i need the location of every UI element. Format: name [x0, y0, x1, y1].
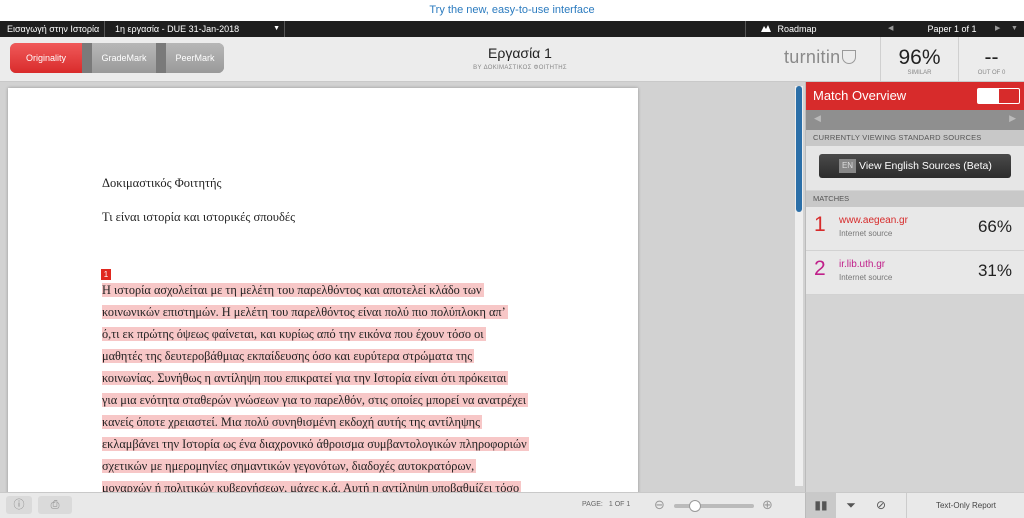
tab-peermark[interactable]: PeerMark — [156, 43, 224, 73]
prev-paper-icon[interactable]: ◀ — [888, 21, 893, 37]
match-overview-title: Match Overview — [813, 88, 907, 103]
viewer-toolbar: ⓘ ⎙ PAGE: 1 OF 1 ⊖ ⊕ — [0, 492, 805, 518]
match-number: 2 — [814, 257, 826, 280]
view-english-sources-button[interactable]: EN View English Sources (Beta) — [819, 154, 1011, 178]
prev-match-icon[interactable]: ◀ — [814, 113, 821, 124]
exclude-button[interactable]: ⊘ — [866, 493, 896, 518]
paper-pager: ◀ Paper 1 of 1 ▶ ▼ — [880, 21, 1024, 37]
view-toggle[interactable] — [977, 88, 1020, 104]
assignment-label: 1η εργασία - DUE 31-Jan-2018 — [115, 24, 240, 34]
match-overview-button[interactable]: ▮▮ — [806, 493, 836, 518]
paper-author: BY ΔΟΚΙΜΑΣΤΙΚΟΣ ΦΟΙΤΗΤΗΣ — [473, 65, 567, 71]
grade-value: -- — [984, 46, 999, 69]
mode-switcher: Originality GradeMark PeerMark — [10, 43, 224, 73]
view-sources-area: EN View English Sources (Beta) — [806, 146, 1024, 190]
tab-originality[interactable]: Originality — [10, 43, 82, 73]
paper-page: Δοκιμαστικός Φοιτητής Τι είναι ιστορία κ… — [8, 88, 638, 492]
similarity-score[interactable]: 96% SIMILAR — [880, 37, 958, 81]
text-line: κανείς όποτε χρειαστεί. Μια πολύ συνηθισ… — [102, 415, 482, 429]
print-button[interactable]: ⎙ — [38, 496, 72, 514]
paper-author-text: Δοκιμαστικός Φοιτητής — [102, 176, 222, 190]
text-line: κοινωνίας. Συνήθως η αντίληψη που επικρα… — [102, 371, 509, 385]
logo-text: turnitin — [784, 47, 841, 67]
text-line: σχετικών με ημερομηνίες σημαντικών γεγον… — [102, 459, 477, 473]
document-scrollbar[interactable] — [795, 86, 803, 486]
new-interface-banner: Try the new, easy-to-use interface — [0, 0, 1024, 21]
text-only-report-button[interactable]: Text-Only Report — [906, 493, 1024, 518]
report-header: Originality GradeMark PeerMark Εργασία 1… — [0, 37, 1024, 82]
match-overview-header: Match Overview — [806, 82, 1024, 110]
text-line: εκλαμβάνει την Ιστορία ως ένα διαχρονικό… — [102, 437, 529, 451]
zoom-slider-knob[interactable] — [688, 500, 701, 512]
current-sources-label: CURRENTLY VIEWING STANDARD SOURCES — [806, 130, 1024, 146]
text-line: μοναρχών ή πολιτικών κυβερνήσεων, μάχες … — [102, 477, 562, 492]
match-type: Internet source — [839, 273, 893, 282]
turnitin-logo: turnitin — [784, 47, 857, 68]
try-new-interface-link[interactable]: Try the new, easy-to-use interface — [429, 4, 594, 16]
text-line: ό,τι εκ πρώτης όψεως φαίνεται, και κυρίω… — [102, 327, 486, 341]
view-sources-label: View English Sources (Beta) — [859, 160, 992, 172]
match-item[interactable]: 2 ir.lib.uth.gr Internet source 31% — [806, 251, 1024, 295]
exclude-icon: ⊘ — [875, 498, 887, 512]
roadmap-label: Roadmap — [777, 24, 817, 34]
text-line: για μια ενότητα σταθερών γνώσεων για το … — [102, 393, 529, 407]
language-badge: EN — [839, 159, 856, 173]
match-nav: ◀ ▶ — [806, 110, 1024, 130]
match-source[interactable]: ir.lib.uth.gr — [839, 259, 885, 270]
zoom-out-icon[interactable]: ⊖ — [654, 497, 665, 513]
match-type: Internet source — [839, 229, 893, 238]
page-indicator: PAGE: 1 OF 1 — [582, 501, 631, 508]
match-item[interactable]: 1 www.aegean.gr Internet source 66% — [806, 207, 1024, 251]
next-match-icon[interactable]: ▶ — [1009, 113, 1016, 124]
match-overview-panel: Match Overview ◀ ▶ CURRENTLY VIEWING STA… — [805, 82, 1024, 492]
similarity-value: 96% — [898, 46, 941, 69]
tab-grademark[interactable]: GradeMark — [82, 43, 156, 73]
paper-pager-label: Paper 1 of 1 — [927, 24, 977, 34]
print-icon: ⎙ — [50, 499, 60, 511]
match-number: 1 — [814, 213, 826, 236]
matches-label: MATCHES — [806, 191, 1024, 207]
paper-subtitle: Τι είναι ιστορία και ιστορικές σπουδές — [102, 210, 296, 224]
paper-title: Εργασία 1 — [488, 45, 552, 61]
similarity-label: SIMILAR — [907, 70, 932, 76]
scrollbar-thumb[interactable] — [796, 86, 802, 212]
roadmap-icon — [761, 25, 771, 32]
match-source[interactable]: www.aegean.gr — [839, 215, 908, 226]
assignment-select[interactable]: 1η εργασία - DUE 31-Jan-2018 ▼ — [105, 21, 285, 37]
info-icon: ⓘ — [13, 499, 25, 511]
grade-label: OUT OF 0 — [977, 70, 1006, 76]
zoom-slider[interactable] — [674, 500, 754, 512]
overview-view-icon[interactable] — [978, 89, 999, 103]
bar-view-icon[interactable] — [999, 89, 1020, 103]
filter-icon: ⏷ — [846, 498, 856, 512]
text-line: κοινωνικών επιστημών. Η μελέτη του παρελ… — [102, 305, 508, 319]
zoom-in-icon[interactable]: ⊕ — [762, 497, 773, 513]
grade-score[interactable]: -- OUT OF 0 — [958, 37, 1024, 81]
document-viewer[interactable]: Δοκιμαστικός Φοιτητής Τι είναι ιστορία κ… — [0, 82, 805, 492]
text-line: μαθητές της δευτεροβάθμιας εκπαίδευσης ό… — [102, 349, 475, 363]
next-paper-icon[interactable]: ▶ — [995, 21, 1000, 37]
highlighted-paragraph[interactable]: Η ιστορία ασχολείται με τη μελέτη του πα… — [102, 279, 562, 492]
match-percent: 31% — [977, 261, 1012, 280]
text-line: Η ιστορία ασχολείται με τη μελέτη του πα… — [102, 283, 484, 297]
panel-toolbar: ▮▮ ⏷ ⊘ Text-Only Report — [805, 492, 1024, 518]
top-bar: Εισαγωγή στην Ιστορία 1η εργασία - DUE 3… — [0, 21, 1024, 37]
pager-menu-icon[interactable]: ▼ — [1011, 21, 1018, 37]
roadmap-button[interactable]: Roadmap — [745, 21, 880, 37]
chevron-down-icon: ▼ — [273, 25, 280, 32]
filter-button[interactable]: ⏷ — [836, 493, 866, 518]
turnitin-mark-icon — [842, 50, 857, 64]
class-name[interactable]: Εισαγωγή στην Ιστορία — [0, 21, 105, 37]
bar-chart-icon: ▮▮ — [814, 498, 828, 512]
info-button[interactable]: ⓘ — [6, 496, 32, 514]
match-percent: 66% — [977, 217, 1012, 236]
